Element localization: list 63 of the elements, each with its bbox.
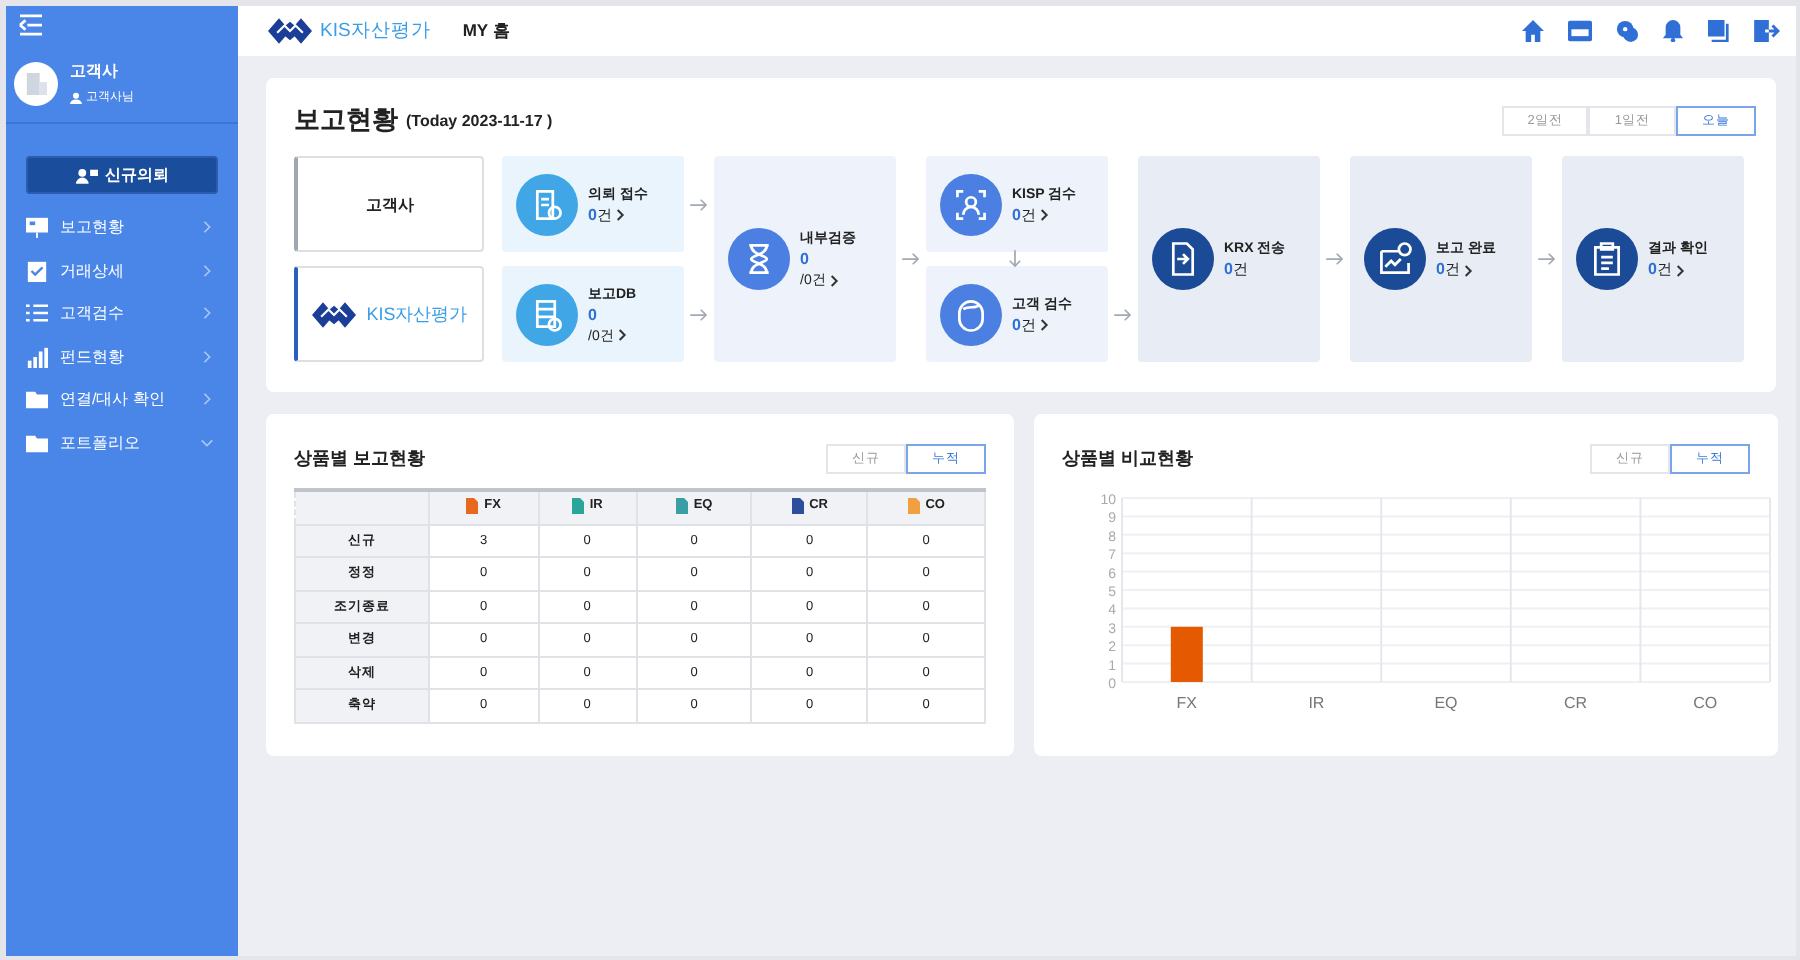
section-title: 상품별 보고현황 [294,446,426,472]
doc-icon [516,173,578,235]
sidebar-item[interactable]: 포트폴리오 [60,431,188,454]
chevron-icon[interactable] [1676,263,1687,277]
avatar-icon [14,61,58,105]
notifications-icon[interactable] [1662,20,1684,42]
sidebar-item[interactable]: 펀드현황 [60,345,188,368]
page-title: MY 홈 [462,19,511,43]
arrow-icon [1114,307,1132,321]
bars-icon [26,345,48,368]
axis-label: IR [1308,694,1325,712]
new-request-button[interactable]: 신규의뢰 [26,156,218,194]
sidebar-item[interactable]: 거래상세 [60,259,188,282]
board-icon [26,216,48,239]
list-icon [26,302,48,325]
company-card[interactable]: 고객사 [294,156,484,252]
down-arrow-icon [1008,250,1022,268]
company-logo-text: KIS자산평가 [366,301,468,327]
clip-icon [1576,228,1638,290]
chevron-icon[interactable] [1040,208,1051,222]
axis-label: EQ [1434,694,1458,712]
arrow-icon [690,307,708,321]
hourglass-icon [728,228,790,290]
home-icon[interactable] [1522,20,1544,42]
chevron-icon[interactable] [616,208,627,222]
sidebar-item[interactable]: 연결/대사 확인 [60,388,188,411]
chevron-icon[interactable] [1464,263,1475,277]
bar [1170,626,1203,682]
axis-label: CO [1693,694,1718,712]
scan-icon [940,173,1002,235]
company-name: 고객사 [366,193,414,215]
arrow-icon [690,197,708,211]
card-icon[interactable] [1568,20,1592,42]
section-title: 보고현황 [294,102,398,138]
chevron-icon[interactable] [617,328,628,342]
logo-text: KIS자산평가 [320,18,431,44]
company-card[interactable]: KIS자산평가 [294,266,484,362]
logo-icon [268,16,312,46]
today-date: (Today 2023-11-17 ) [406,111,553,129]
section-title: 상품별 비교현황 [1062,446,1194,472]
folder-icon [26,431,48,454]
arrow-icon [1326,252,1344,266]
pages-icon[interactable] [1708,20,1730,42]
step-count: 0 [800,250,809,268]
add-user-icon [75,167,97,183]
send-icon [1152,228,1214,290]
sidebar-item[interactable]: 보고현황 [60,216,188,239]
logo-icon [312,299,357,329]
arrow-icon [902,252,920,266]
arrow-icon [1538,252,1556,266]
chevron-icon[interactable] [829,273,840,287]
logout-icon[interactable] [1754,20,1780,42]
step-count: 0 [588,305,597,323]
folder-icon [26,388,48,411]
db-icon [516,283,578,345]
user-name: 고객사 [70,60,120,82]
sidebar-item[interactable]: 고객검수 [60,302,188,325]
axis-label: FX [1176,694,1198,712]
clipboard-icon [26,259,48,282]
person-icon [70,91,82,103]
axis-label: CR [1564,694,1588,712]
menu-icon[interactable] [18,14,44,36]
chevron-icon[interactable] [1040,318,1051,332]
